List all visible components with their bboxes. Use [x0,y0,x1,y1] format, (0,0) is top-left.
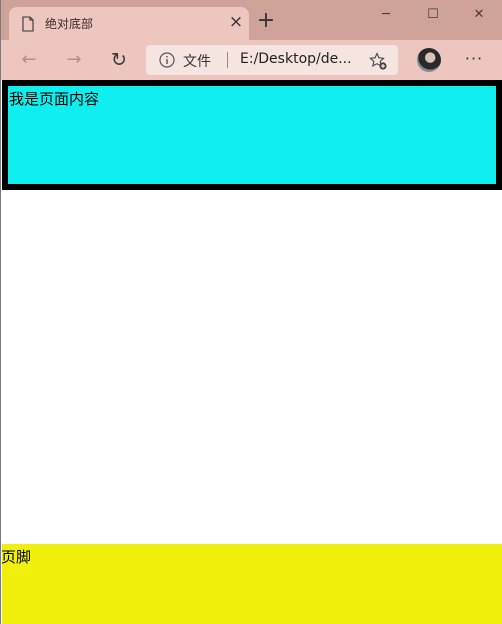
forward-button[interactable]: → [62,48,86,72]
page-content-box: 我是页面内容 [2,80,502,190]
new-tab-button[interactable]: + [256,10,276,32]
page-viewport: 我是页面内容 页脚 [2,80,502,624]
address-bar[interactable]: 文件 E:/Desktop/de... [146,45,398,75]
footer-text: 页脚 [2,548,32,566]
back-button[interactable]: ← [17,48,41,72]
profile-avatar[interactable] [417,48,441,72]
url-text[interactable]: E:/Desktop/de... [240,51,365,67]
add-favorite-icon[interactable] [368,51,388,71]
info-icon[interactable] [159,52,175,68]
page-icon [22,16,34,32]
page-content-text: 我是页面内容 [9,90,100,108]
more-menu-button[interactable]: ··· [462,48,486,72]
minimize-button[interactable]: ─ [371,5,401,25]
tab-close-icon[interactable]: × [227,13,245,31]
title-bar: 绝对底部 × + ─ ☐ ✕ [1,0,502,40]
browser-tab[interactable]: 绝对底部 × [9,7,249,40]
reload-button[interactable]: ↻ [107,48,131,72]
maximize-button[interactable]: ☐ [418,5,448,25]
address-separator [227,52,228,68]
page-footer: 页脚 [2,544,502,624]
window-close-button[interactable]: ✕ [464,5,494,25]
tab-title: 绝对底部 [45,17,94,31]
browser-window: 绝对底部 × + ─ ☐ ✕ ← → ↻ 文件 E:/Desktop/de... [0,0,502,624]
scheme-label: 文件 [183,54,211,70]
browser-toolbar: ← → ↻ 文件 E:/Desktop/de... ··· [1,40,502,80]
